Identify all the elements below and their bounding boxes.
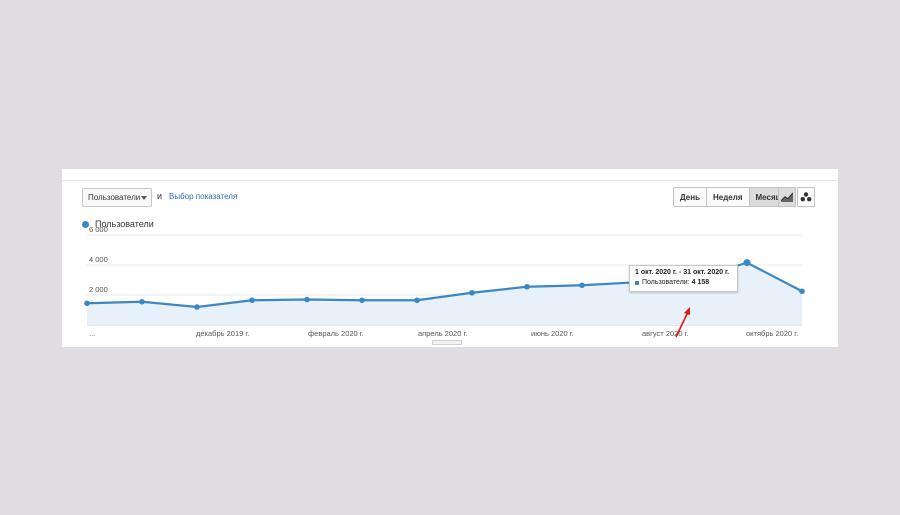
data-point: [469, 289, 475, 296]
tooltip-value: 4 158: [691, 279, 710, 286]
data-point: [743, 259, 751, 267]
data-point: [579, 282, 585, 289]
tooltip-range: 1 окт. 2020 г. - 31 окт. 2020 г.: [635, 269, 730, 276]
y-tick-label: 2 000: [89, 285, 108, 294]
resize-handle[interactable]: [432, 340, 462, 345]
x-tick-label: апрель 2020 г.: [418, 329, 467, 338]
annotation-arrow-icon: [675, 307, 690, 338]
data-point: [194, 304, 200, 310]
tooltip-series-swatch: [635, 280, 639, 285]
x-tick-label: ...: [89, 329, 95, 338]
tooltip-metric: Пользователи:: [642, 279, 690, 286]
data-point: [414, 297, 420, 304]
data-point: [799, 288, 805, 295]
x-tick-label: июнь 2020 г.: [531, 329, 574, 338]
chart-panel: Пользователи и Выбор показателя День Нед…: [62, 169, 838, 347]
data-point: [249, 297, 255, 304]
chart-tooltip: 1 окт. 2020 г. - 31 окт. 2020 г. Пользов…: [629, 265, 738, 292]
y-tick-label: 6 000: [89, 225, 108, 234]
line-chart: 6 000 4 000 2 000... декабрь 2019 г. февраль…: [84, 225, 805, 338]
data-point: [84, 300, 90, 307]
data-point: [304, 296, 310, 303]
data-point: [139, 298, 145, 305]
x-tick-label: октябрь 2020 г.: [746, 329, 798, 338]
x-tick-label: февраль 2020 г.: [308, 329, 364, 338]
data-point: [524, 283, 530, 290]
x-tick-label: декабрь 2019 г.: [196, 329, 249, 338]
y-tick-label: 4 000: [89, 255, 108, 264]
data-point: [359, 297, 365, 304]
